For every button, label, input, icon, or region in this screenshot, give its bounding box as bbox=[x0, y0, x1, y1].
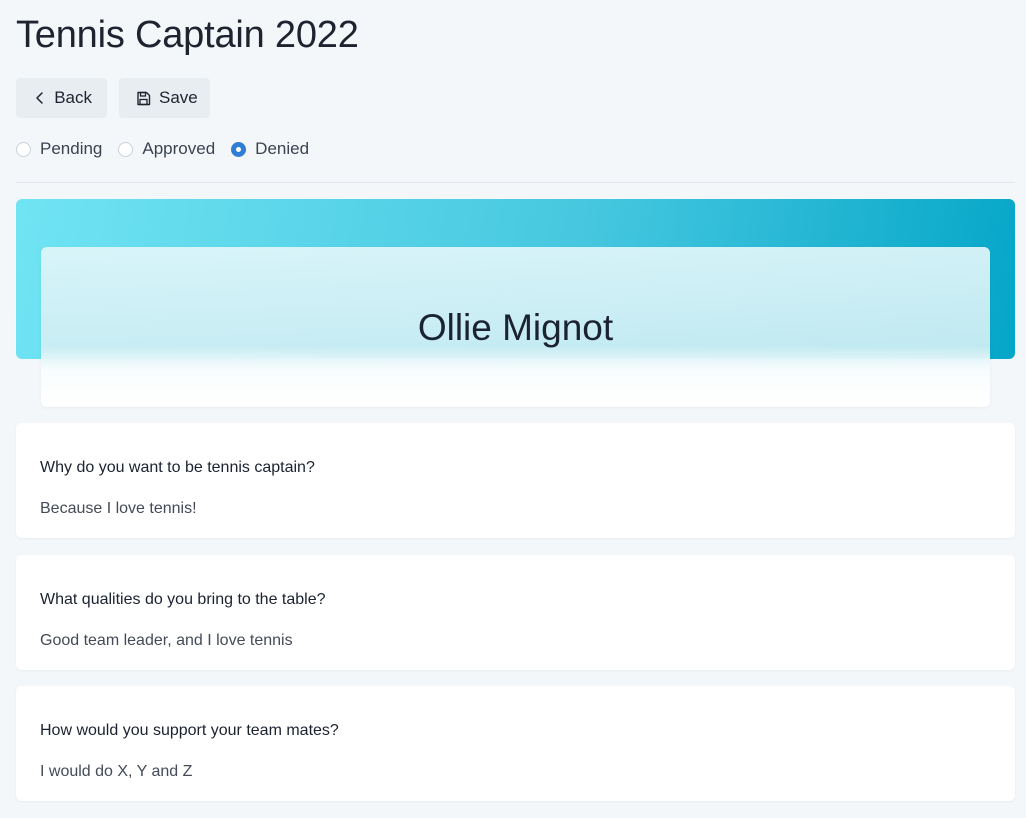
applicant-name: Ollie Mignot bbox=[417, 307, 614, 348]
applicant-name-card: Ollie Mignot bbox=[41, 247, 990, 407]
answer-text: Good team leader, and I love tennis bbox=[40, 632, 293, 649]
status-option-pending[interactable]: Pending bbox=[16, 139, 102, 159]
status-radio-group: Pending Approved Denied bbox=[16, 139, 309, 159]
question-text: How would you support your team mates? bbox=[40, 722, 339, 739]
chevron-left-icon bbox=[33, 90, 46, 106]
page-title: Tennis Captain 2022 bbox=[16, 14, 359, 56]
save-button[interactable]: Save bbox=[119, 78, 210, 118]
question-text: Why do you want to be tennis captain? bbox=[40, 459, 315, 476]
status-label-denied: Denied bbox=[255, 139, 310, 158]
radio-button-denied[interactable] bbox=[231, 141, 247, 157]
question-card: How would you support your team mates? I… bbox=[16, 686, 1015, 801]
radio-button-approved[interactable] bbox=[118, 141, 134, 157]
floppy-disk-icon bbox=[136, 90, 151, 106]
question-text: What qualities do you bring to the table… bbox=[40, 591, 326, 608]
answer-text: Because I love tennis! bbox=[40, 500, 197, 517]
radio-button-pending[interactable] bbox=[16, 141, 31, 157]
divider bbox=[16, 182, 1015, 183]
back-button[interactable]: Back bbox=[16, 78, 107, 118]
status-label-approved: Approved bbox=[142, 139, 216, 158]
application-page: Tennis Captain 2022 Back Save Pending Ap… bbox=[0, 0, 1026, 818]
status-label-pending: Pending bbox=[40, 139, 103, 158]
back-button-label: Back bbox=[54, 88, 92, 107]
answer-text: I would do X, Y and Z bbox=[40, 763, 193, 780]
question-card: What qualities do you bring to the table… bbox=[16, 555, 1015, 670]
status-option-denied[interactable]: Denied bbox=[231, 139, 309, 159]
status-option-approved[interactable]: Approved bbox=[118, 139, 215, 159]
toolbar: Back Save bbox=[16, 78, 210, 118]
save-button-label: Save bbox=[159, 88, 198, 107]
question-card: Why do you want to be tennis captain? Be… bbox=[16, 423, 1015, 538]
